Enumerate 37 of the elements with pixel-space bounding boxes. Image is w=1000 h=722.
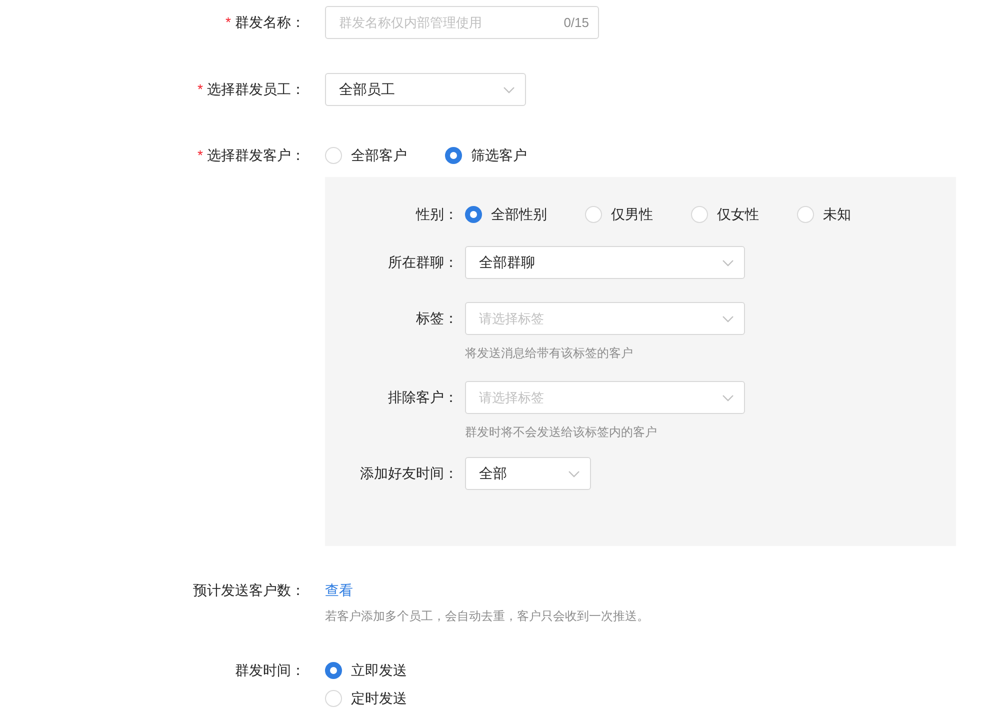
radio-label[interactable]: 仅男性: [611, 203, 653, 225]
required-mark: *: [198, 80, 203, 99]
chevron-down-icon: [722, 314, 734, 322]
radio-label[interactable]: 立即发送: [351, 659, 407, 681]
field-label: 排除客户：: [388, 388, 458, 407]
field-label: 性别：: [416, 204, 458, 224]
radio-label[interactable]: 筛选客户: [471, 144, 527, 166]
required-mark: *: [226, 13, 231, 32]
radio-label[interactable]: 全部性别: [491, 203, 547, 225]
field-label: 选择群发员工：: [207, 80, 305, 99]
view-link[interactable]: 查看: [325, 579, 649, 601]
radio-label[interactable]: 未知: [823, 203, 851, 225]
helper-text: 群发时将不会发送给该标签内的客户: [465, 424, 658, 440]
chevron-down-icon: [568, 470, 580, 478]
helper-text: 若客户添加多个员工，会自动去重，客户只会收到一次推送。: [325, 608, 649, 624]
field-label: 添加好友时间：: [360, 464, 458, 483]
field-label: 所在群聊：: [388, 253, 458, 272]
field-label: 预计发送客户数：: [193, 580, 305, 600]
character-counter: 0/15: [564, 14, 589, 31]
radio-label[interactable]: 仅女性: [717, 203, 759, 225]
field-label: 标签：: [416, 309, 458, 328]
select-field[interactable]: 全部员工: [325, 73, 526, 106]
required-mark: *: [198, 146, 203, 164]
field-label: 群发时间：: [235, 660, 305, 680]
chevron-down-icon: [722, 394, 734, 402]
chevron-down-icon: [722, 258, 734, 266]
helper-text: 将发送消息给带有该标签的客户: [465, 345, 634, 361]
radio-label[interactable]: 全部客户: [351, 144, 407, 166]
field-label: 选择群发客户：: [207, 146, 305, 164]
radio-button[interactable]: [325, 662, 342, 678]
select-field[interactable]: 全部群聊: [465, 246, 745, 279]
radio-button[interactable]: [445, 146, 462, 164]
radio-button[interactable]: [465, 206, 482, 222]
select-field[interactable]: 全部: [465, 457, 591, 490]
chevron-down-icon: [503, 86, 515, 94]
radio-label[interactable]: 定时发送: [351, 687, 407, 709]
field-label: 群发名称：: [235, 13, 305, 32]
